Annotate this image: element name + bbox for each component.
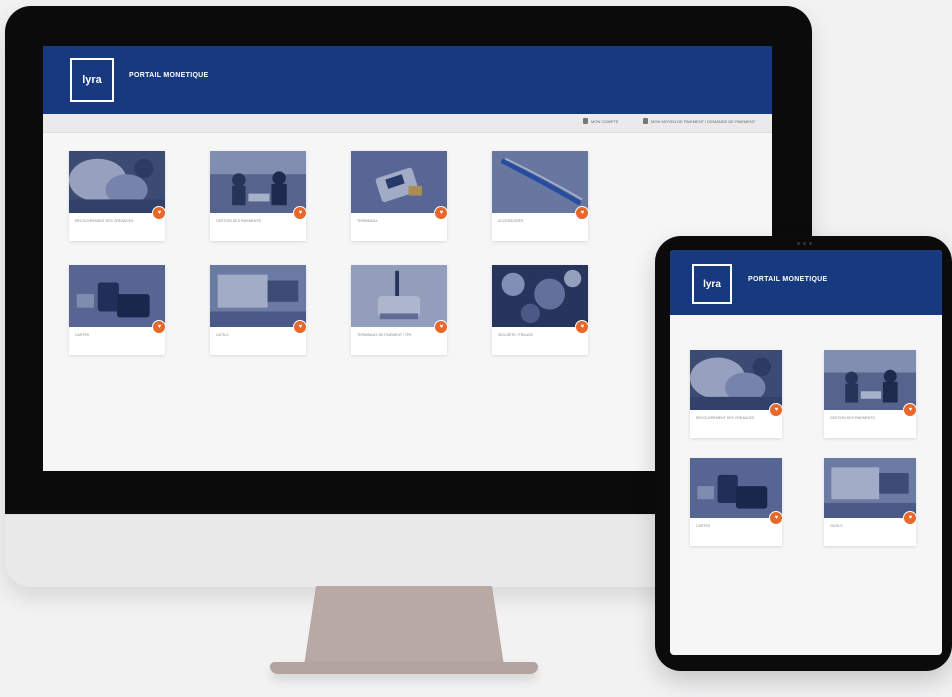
card-thumbnail <box>824 350 916 410</box>
toolbar-account-link[interactable]: MON COMPTE <box>583 118 619 124</box>
card-label: GESTION DES PAIEMENTS <box>830 416 875 420</box>
toolbar-label: MON COMPTE <box>591 118 619 124</box>
product-card[interactable]: ♥ GESTION DES PAIEMENTS <box>824 350 918 438</box>
portal-title: PORTAIL MONETIQUE <box>748 276 828 283</box>
product-card[interactable]: ♥ ACCESSOIRES <box>492 151 590 241</box>
favorite-badge[interactable]: ♥ <box>903 403 918 417</box>
card-icon <box>643 118 648 124</box>
app-header: lyra PORTAIL MONETIQUE <box>670 250 942 315</box>
favorite-badge[interactable]: ♥ <box>434 320 449 334</box>
card-thumbnail <box>824 458 916 518</box>
heart-icon: ♥ <box>580 324 585 330</box>
heart-icon: ♥ <box>908 407 913 413</box>
monitor-stand-neck <box>304 586 504 666</box>
heart-icon: ♥ <box>439 210 444 216</box>
card-thumbnail <box>69 151 165 213</box>
favorite-badge[interactable]: ♥ <box>769 403 784 417</box>
card-thumbnail <box>210 151 306 213</box>
tablet-screen: lyra PORTAIL MONETIQUE ♥ RECOUVREMENT DES… <box>670 250 942 655</box>
card-label: TERMINAUX <box>357 219 378 223</box>
tablet-camera <box>795 242 813 246</box>
product-card[interactable]: ♥ OUTILS <box>210 265 308 355</box>
lyra-logo[interactable]: lyra <box>692 264 732 304</box>
product-card[interactable]: ♥ GESTION DES PAIEMENTS <box>210 151 308 241</box>
card-label: OUTILS <box>216 333 229 337</box>
monitor-stand-base <box>270 662 538 674</box>
product-card[interactable]: ♥ TERMINAUX DE PAIEMENT / TPE <box>351 265 449 355</box>
portal-title: PORTAIL MONETIQUE <box>129 72 209 79</box>
favorite-badge[interactable]: ♥ <box>293 206 308 220</box>
product-card[interactable]: ♥ CARTES <box>690 458 784 546</box>
heart-icon: ♥ <box>439 324 444 330</box>
card-thumbnail <box>690 458 782 518</box>
lyra-logo[interactable]: lyra <box>70 58 114 102</box>
card-thumbnail <box>69 265 165 327</box>
card-label: TERMINAUX DE PAIEMENT / TPE <box>357 333 412 337</box>
favorite-badge[interactable]: ♥ <box>575 320 590 334</box>
card-thumbnail <box>351 265 447 327</box>
favorite-badge[interactable]: ♥ <box>152 320 167 334</box>
heart-icon: ♥ <box>774 407 779 413</box>
logo-text: lyra <box>82 74 102 86</box>
card-thumbnail <box>492 151 588 213</box>
toolbar-payment-link[interactable]: MON MOYEN DE PAIEMENT / DEMANDE DE PAIEM… <box>643 118 755 124</box>
favorite-badge[interactable]: ♥ <box>769 511 784 525</box>
product-card[interactable]: ♥ RECOUVREMENT DES CREANCES <box>69 151 167 241</box>
card-label: CARTES <box>696 524 711 528</box>
favorite-badge[interactable]: ♥ <box>903 511 918 525</box>
heart-icon: ♥ <box>298 210 303 216</box>
card-label: OUTILS <box>830 524 843 528</box>
heart-icon: ♥ <box>157 210 162 216</box>
app-header: lyra PORTAIL MONETIQUE <box>43 46 772 114</box>
product-card[interactable]: ♥ SECURITE / FRAUDE <box>492 265 590 355</box>
card-label: ACCESSOIRES <box>498 219 524 223</box>
favorite-badge[interactable]: ♥ <box>434 206 449 220</box>
card-label: GESTION DES PAIEMENTS <box>216 219 261 223</box>
favorite-badge[interactable]: ♥ <box>575 206 590 220</box>
user-icon <box>583 118 588 124</box>
product-card[interactable]: ♥ RECOUVREMENT DES CREANCES <box>690 350 784 438</box>
card-label: CARTES <box>75 333 90 337</box>
product-grid: ♥ RECOUVREMENT DES CREANCES ♥ GESTION DES P… <box>69 151 590 361</box>
top-toolbar: MON COMPTE MON MOYEN DE PAIEMENT / DEMAN… <box>43 114 772 133</box>
heart-icon: ♥ <box>580 210 585 216</box>
product-card[interactable]: ♥ CARTES <box>69 265 167 355</box>
heart-icon: ♥ <box>908 515 913 521</box>
toolbar-label: MON MOYEN DE PAIEMENT / DEMANDE DE PAIEM… <box>651 118 756 124</box>
card-label: SECURITE / FRAUDE <box>498 333 534 337</box>
card-thumbnail <box>351 151 447 213</box>
card-label: RECOUVREMENT DES CREANCES <box>75 219 134 223</box>
heart-icon: ♥ <box>157 324 162 330</box>
product-grid: ♥ RECOUVREMENT DES CREANCES ♥ GESTION DES P… <box>690 350 930 560</box>
product-card[interactable]: ♥ OUTILS <box>824 458 918 546</box>
card-thumbnail <box>690 350 782 410</box>
heart-icon: ♥ <box>774 515 779 521</box>
card-label: RECOUVREMENT DES CREANCES <box>696 416 755 420</box>
logo-text: lyra <box>703 278 721 290</box>
favorite-badge[interactable]: ♥ <box>152 206 167 220</box>
product-card[interactable]: ♥ TERMINAUX <box>351 151 449 241</box>
favorite-badge[interactable]: ♥ <box>293 320 308 334</box>
heart-icon: ♥ <box>298 324 303 330</box>
card-thumbnail <box>210 265 306 327</box>
card-thumbnail <box>492 265 588 327</box>
